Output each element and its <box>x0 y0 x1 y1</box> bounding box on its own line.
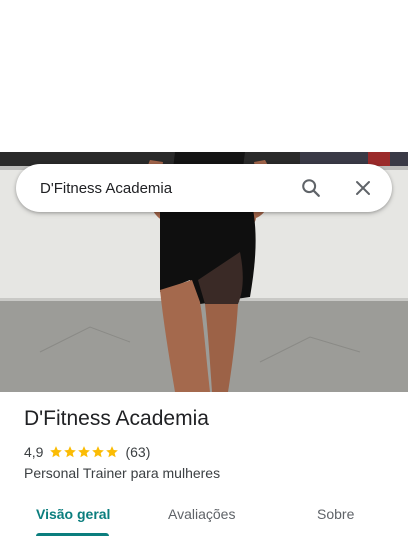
tab-reviews[interactable]: Avaliações <box>168 506 235 522</box>
star-icon <box>106 446 119 458</box>
star-icon <box>50 446 63 458</box>
search-input[interactable]: D'Fitness Academia <box>40 180 299 197</box>
search-bar[interactable]: D'Fitness Academia <box>16 164 392 212</box>
rating-row[interactable]: 4,9 (63) <box>24 444 150 460</box>
rating-value: 4,9 <box>24 444 44 460</box>
search-icon <box>302 179 320 197</box>
close-icon <box>356 181 370 195</box>
tab-bar: Visão geral Avaliações Sobre <box>0 496 408 544</box>
place-category: Personal Trainer para mulheres <box>24 465 221 481</box>
star-icon <box>64 446 77 458</box>
star-icon <box>92 446 105 458</box>
star-icon <box>78 446 91 458</box>
tab-about[interactable]: Sobre <box>317 506 354 522</box>
review-count: (63) <box>125 444 151 460</box>
place-title: D'Fitness Academia <box>24 407 209 430</box>
search-button[interactable] <box>299 176 323 200</box>
active-tab-indicator <box>36 533 109 536</box>
tab-overview[interactable]: Visão geral <box>36 506 110 522</box>
rating-stars <box>49 445 119 459</box>
top-empty-area <box>0 0 408 152</box>
clear-search-button[interactable] <box>351 176 375 200</box>
